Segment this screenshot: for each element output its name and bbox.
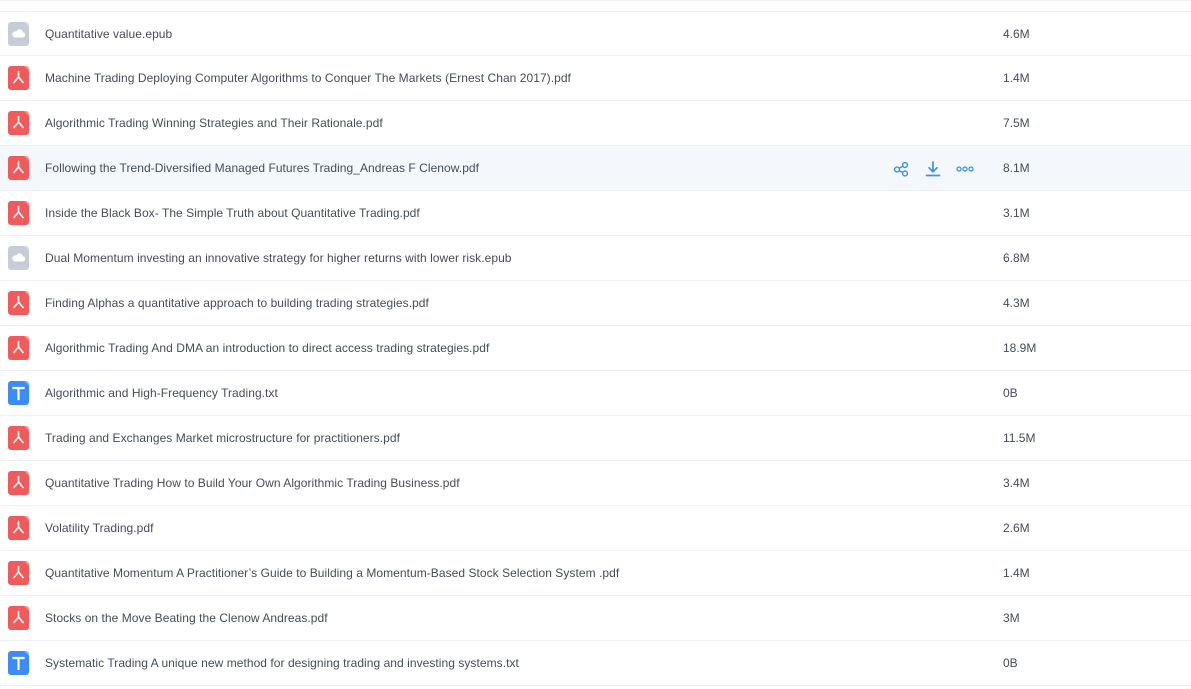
file-row[interactable]: Following the Trend-Diversified Managed … — [0, 146, 1191, 191]
file-size: 18.9M — [1003, 341, 1037, 355]
text-file-icon — [8, 651, 29, 675]
cloud-file-icon — [8, 246, 29, 270]
file-row[interactable]: Finding Alphas a quantitative approach t… — [0, 281, 1191, 326]
cloud-file-icon — [8, 22, 29, 46]
file-name[interactable]: Algorithmic Trading And DMA an introduct… — [45, 340, 489, 356]
file-size: 6.8M — [1003, 251, 1030, 265]
file-row[interactable]: Inside the Black Box- The Simple Truth a… — [0, 191, 1191, 236]
file-size: 0B — [1003, 656, 1018, 670]
pdf-file-icon — [8, 516, 29, 540]
file-size: 4.3M — [1003, 296, 1030, 310]
file-name[interactable]: Quantitative value.epub — [45, 26, 172, 42]
file-name[interactable]: Stocks on the Move Beating the Clenow An… — [45, 610, 328, 626]
file-name[interactable]: Volatility Trading.pdf — [45, 520, 154, 536]
file-name[interactable]: Trading and Exchanges Market microstruct… — [45, 430, 400, 446]
file-name[interactable]: Following the Trend-Diversified Managed … — [45, 160, 479, 176]
file-row[interactable]: Trading and Exchanges Market microstruct… — [0, 416, 1191, 461]
pdf-file-icon — [8, 66, 29, 90]
file-row[interactable]: Quantitative Momentum A Practitioner’s G… — [0, 551, 1191, 596]
pdf-file-icon — [8, 156, 29, 180]
file-row[interactable]: Systematic Trading A unique new method f… — [0, 641, 1191, 686]
file-name[interactable]: Inside the Black Box- The Simple Truth a… — [45, 205, 420, 221]
file-name[interactable]: Dual Momentum investing an innovative st… — [45, 250, 512, 266]
file-size: 3M — [1003, 611, 1020, 625]
file-size: 1.4M — [1003, 71, 1030, 85]
share-icon[interactable] — [890, 159, 912, 179]
pdf-file-icon — [8, 471, 29, 495]
pdf-file-icon — [8, 426, 29, 450]
file-size: 11.5M — [1003, 431, 1036, 445]
file-row[interactable]: Volatility Trading.pdf 2.6M — [0, 506, 1191, 551]
file-size: 0B — [1003, 386, 1018, 400]
file-row[interactable]: Machine Trading Deploying Computer Algor… — [0, 56, 1191, 101]
file-size: 3.4M — [1003, 476, 1030, 490]
pdf-file-icon — [8, 561, 29, 585]
file-name[interactable]: Quantitative Trading How to Build Your O… — [45, 475, 460, 491]
pdf-file-icon — [8, 111, 29, 135]
file-name[interactable]: Algorithmic Trading Winning Strategies a… — [45, 115, 383, 131]
pdf-file-icon — [8, 336, 29, 360]
file-name[interactable]: Algorithmic and High-Frequency Trading.t… — [45, 385, 278, 401]
file-name[interactable]: Machine Trading Deploying Computer Algor… — [45, 70, 571, 86]
file-name[interactable]: Systematic Trading A unique new method f… — [45, 655, 519, 671]
pdf-file-icon — [8, 201, 29, 225]
file-row[interactable]: Quantitative Trading How to Build Your O… — [0, 461, 1191, 506]
file-size: 7.5M — [1003, 116, 1030, 130]
row-actions — [890, 159, 986, 179]
file-name[interactable]: Finding Alphas a quantitative approach t… — [45, 295, 429, 311]
file-name[interactable]: Quantitative Momentum A Practitioner’s G… — [45, 565, 619, 581]
more-icon[interactable] — [954, 159, 976, 179]
file-row[interactable]: Quantitative value.epub 4.6M — [0, 11, 1191, 56]
text-file-icon — [8, 381, 29, 405]
file-row[interactable]: Stocks on the Move Beating the Clenow An… — [0, 596, 1191, 641]
file-size: 3.1M — [1003, 206, 1030, 220]
file-row[interactable]: Dual Momentum investing an innovative st… — [0, 236, 1191, 281]
file-list: Quantitative value.epub 4.6M Machine Tradi… — [0, 0, 1191, 689]
pdf-file-icon — [8, 606, 29, 630]
file-size: 1.4M — [1003, 566, 1030, 580]
pdf-file-icon — [8, 291, 29, 315]
file-row[interactable]: Algorithmic Trading Winning Strategies a… — [0, 101, 1191, 146]
download-icon[interactable] — [922, 159, 944, 179]
file-size: 2.6M — [1003, 521, 1030, 535]
file-row[interactable]: Algorithmic Trading And DMA an introduct… — [0, 326, 1191, 371]
file-size: 8.1M — [1003, 161, 1030, 175]
file-size: 4.6M — [1003, 27, 1030, 41]
file-row[interactable]: Algorithmic and High-Frequency Trading.t… — [0, 371, 1191, 416]
